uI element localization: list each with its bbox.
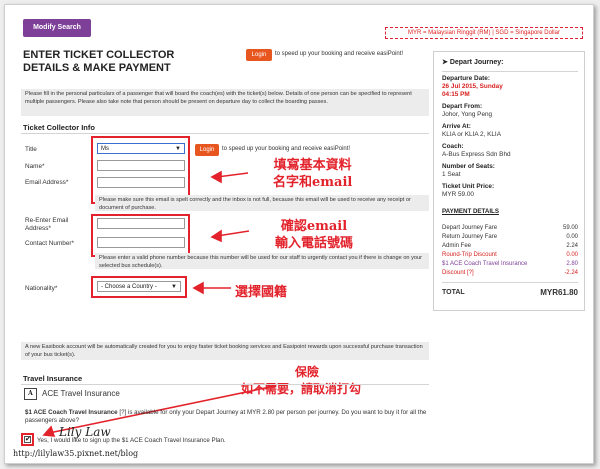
- arrive-value: KLIA or KLIA 2, KLIA: [442, 131, 501, 138]
- total-label: TOTAL: [442, 289, 465, 296]
- watermark-signature: Lily Law: [59, 425, 111, 439]
- price-value: MYR 59.00: [442, 191, 474, 198]
- time-value: 04:15 PM: [442, 91, 470, 98]
- fare-value: 59.00: [562, 225, 578, 231]
- fare-value: 0.00: [566, 252, 578, 258]
- watermark-url: http://lilylaw35.pixnet.net/blog: [13, 449, 139, 458]
- fare-value: 0.00: [566, 234, 578, 240]
- journey-title-text: Depart Journey:: [449, 59, 504, 66]
- arrive-label: Arrive At:: [442, 123, 471, 130]
- date-value: 26 Jul 2015, Sunday: [442, 83, 503, 90]
- fare-row: Depart Journey Fare 59.00: [442, 225, 578, 232]
- from-value: Johor, Yong Peng: [442, 111, 493, 118]
- insurance-section-title: Travel Insurance: [23, 374, 83, 383]
- divider: [21, 384, 429, 385]
- arrow-head: [42, 425, 56, 437]
- fare-label: Discount [?]: [442, 270, 474, 276]
- fare-label: $1 ACE Coach Travel Insurance: [442, 261, 528, 267]
- page-frame: Modify Search MYR = Malaysian Ringgit (R…: [4, 4, 594, 464]
- from-label: Depart From:: [442, 103, 483, 110]
- arrow-head: [210, 170, 222, 184]
- journey-title: ➤ Depart Journey:: [442, 59, 504, 67]
- price-label: Ticket Unit Price:: [442, 183, 495, 190]
- arrow-head: [210, 229, 222, 243]
- coach-label: Coach:: [442, 143, 464, 150]
- divider: [442, 71, 578, 72]
- fare-row: Return Journey Fare 0.00: [442, 234, 578, 241]
- fare-label: Depart Journey Fare: [442, 225, 498, 231]
- fare-row: $1 ACE Coach Travel Insurance 2.80: [442, 261, 578, 268]
- fare-label: Round-Trip Discount: [442, 252, 497, 258]
- divider: [442, 282, 578, 283]
- insurance-description: $1 ACE Coach Travel Insurance [?] is ava…: [25, 409, 429, 425]
- date-label: Departure Date:: [442, 75, 490, 82]
- payment-title: PAYMENT DETAILS: [442, 208, 499, 215]
- total-row: TOTAL MYR61.80: [442, 288, 578, 297]
- insurance-checkbox[interactable]: ✔: [24, 436, 31, 443]
- seats-value: 1 Seat: [442, 171, 461, 178]
- fare-value: 2.80: [566, 261, 578, 267]
- fare-value: -2.24: [564, 270, 578, 276]
- journey-summary-panel: ➤ Depart Journey: Departure Date: 26 Jul…: [433, 51, 585, 311]
- fare-label: Admin Fee: [442, 243, 472, 249]
- total-value: MYR61.80: [540, 288, 578, 297]
- insurance-brand: ACE Travel Insurance: [42, 389, 120, 398]
- arrow-head: [192, 281, 204, 295]
- coach-value: A-Bus Express Sdn Bhd: [442, 151, 511, 158]
- insurance-description-bold: $1 ACE Coach Travel Insurance: [25, 409, 118, 416]
- arrow-icon: ➤: [442, 59, 448, 66]
- fare-label: Return Journey Fare: [442, 234, 498, 240]
- account-note: A new Easibook account will be automatic…: [21, 342, 429, 360]
- seats-label: Number of Seats:: [442, 163, 495, 170]
- fare-row: Round-Trip Discount 0.00: [442, 252, 578, 259]
- fare-row: Discount [?] -2.24: [442, 270, 578, 277]
- ace-logo-icon: A: [24, 388, 37, 400]
- fare-row: Admin Fee 2.24: [442, 243, 578, 250]
- fare-value: 2.24: [566, 243, 578, 249]
